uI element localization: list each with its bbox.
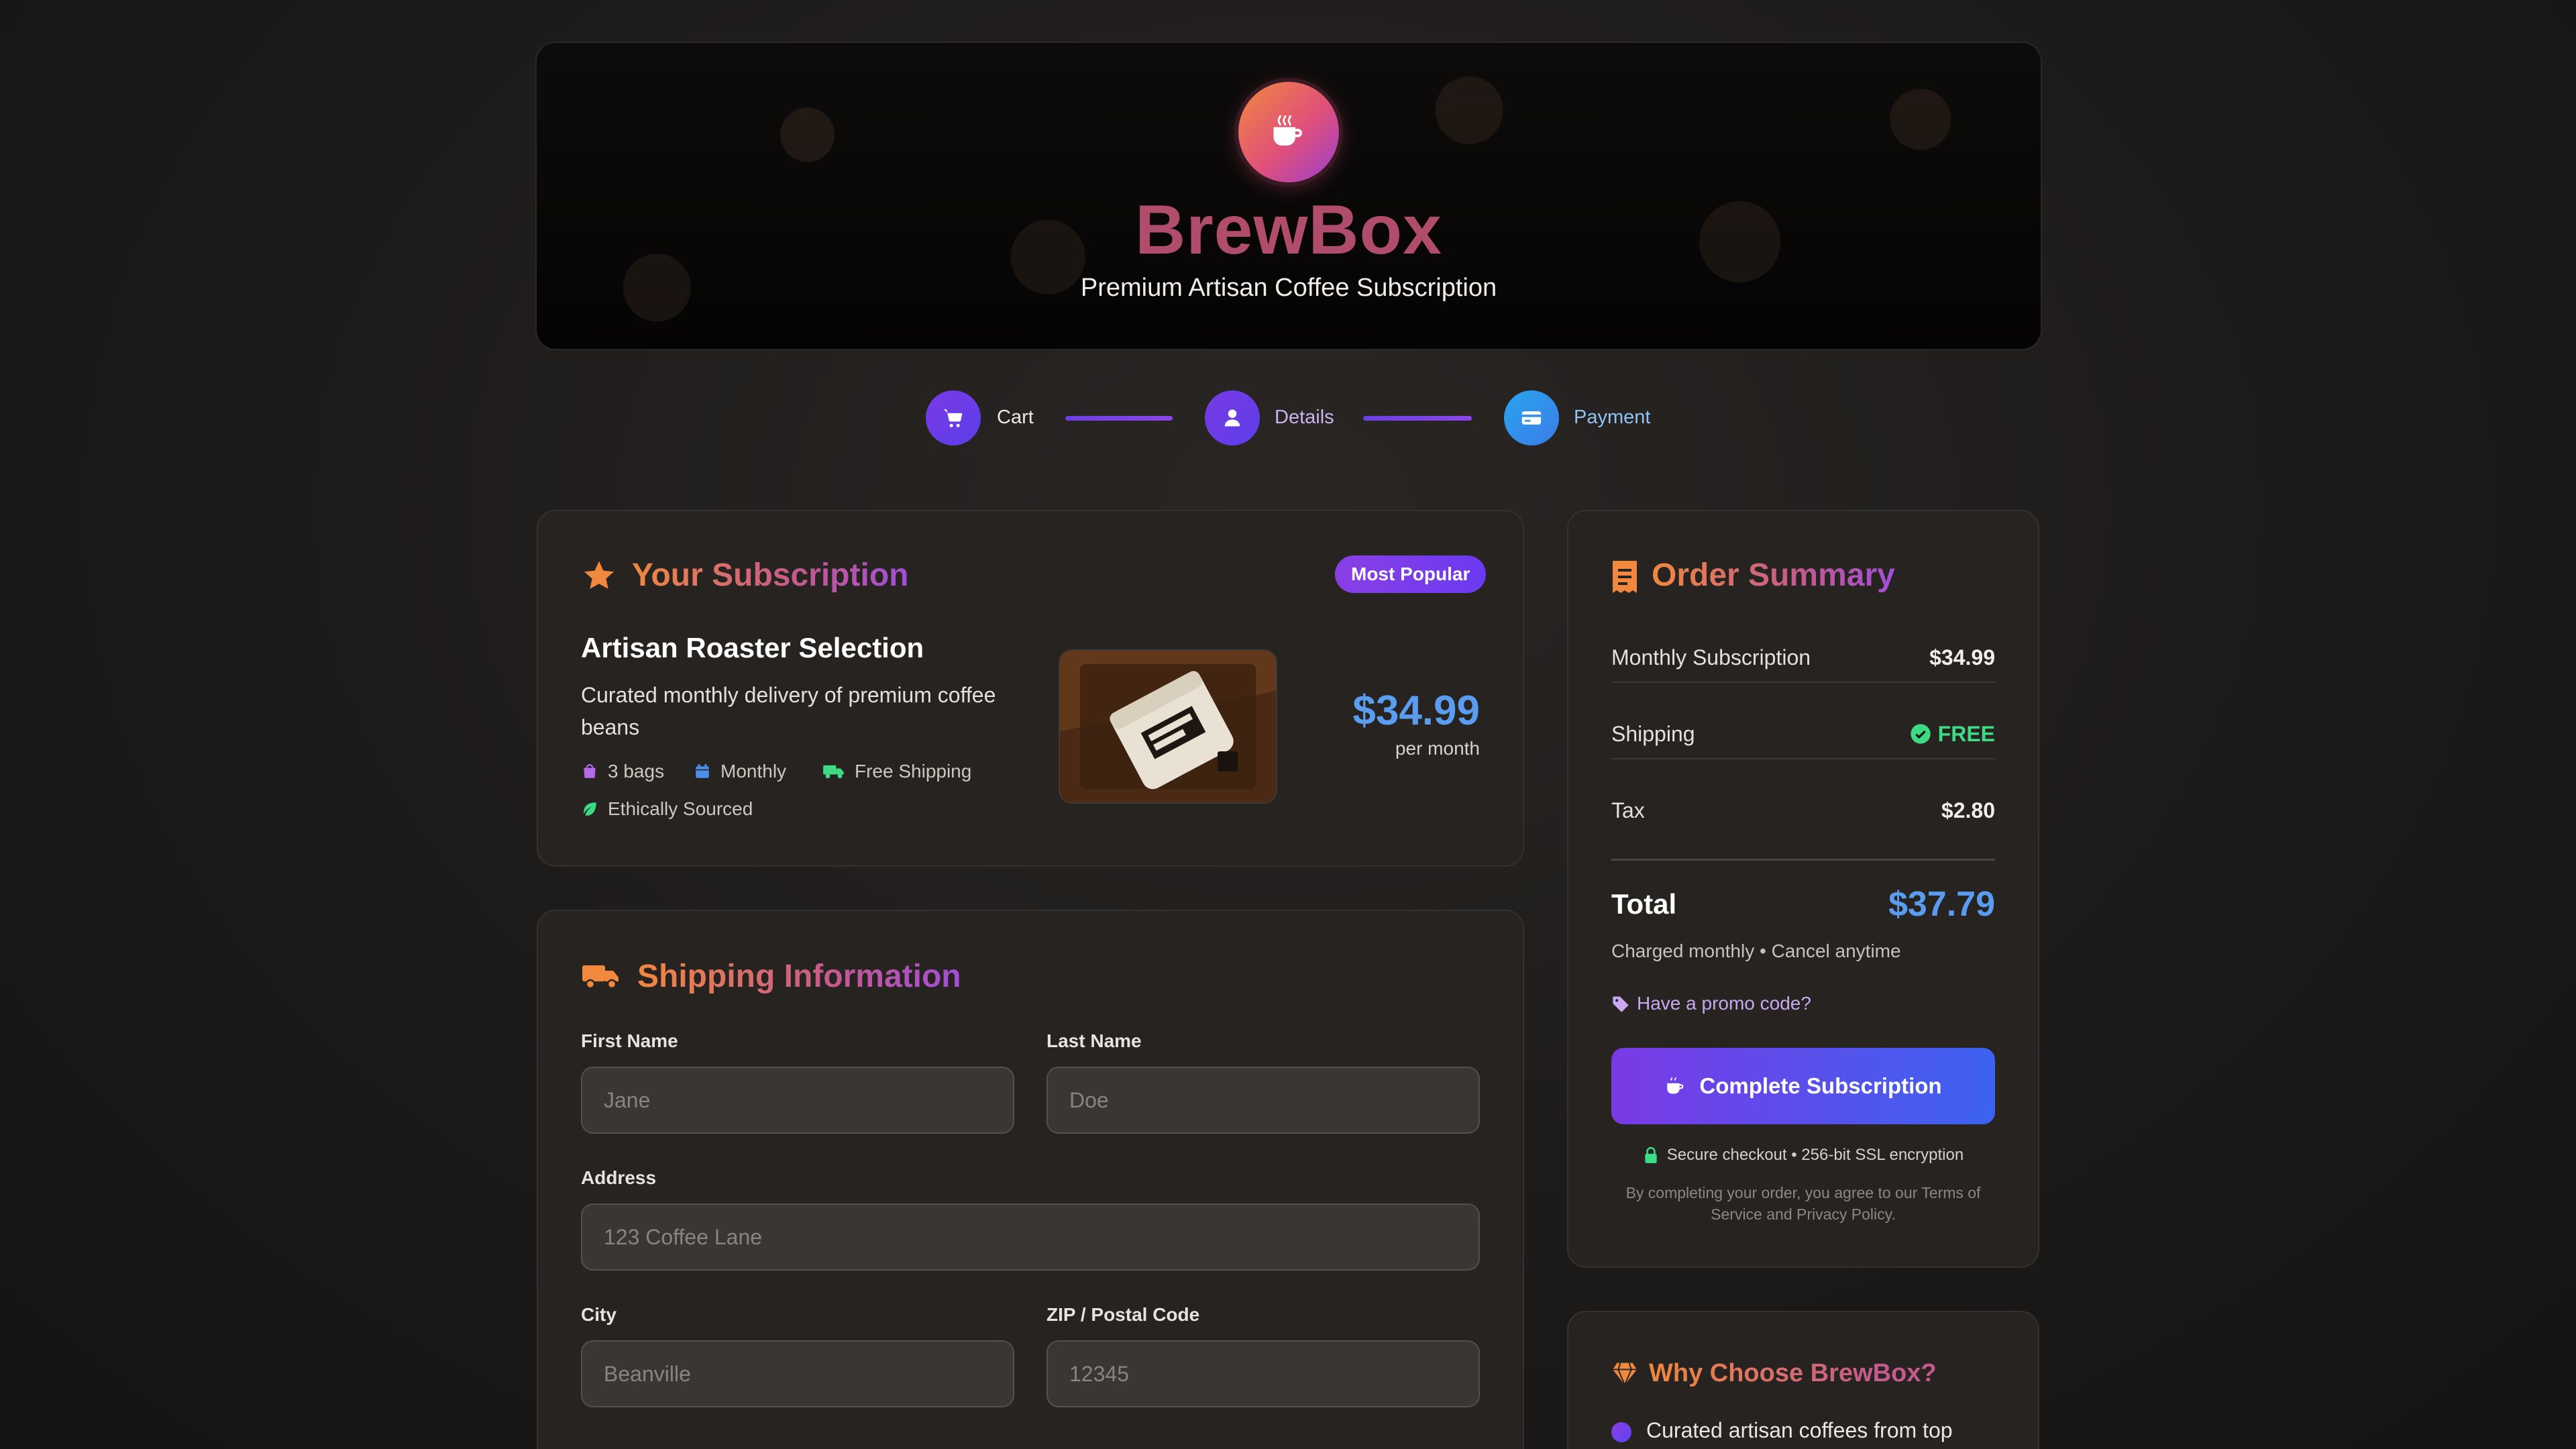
last-name-input[interactable]	[1046, 1067, 1480, 1134]
tag-icon	[1613, 996, 1629, 1012]
why-item-text: Curated artisan coffees from top	[1646, 1418, 1953, 1442]
first-name-label: First Name	[581, 1030, 678, 1051]
leaf-icon	[584, 802, 596, 816]
lock-icon	[1645, 1146, 1657, 1163]
step-details[interactable]	[1205, 390, 1260, 445]
feature-label: Free Shipping	[855, 761, 972, 782]
terms-text: By completing your order, you agree to o…	[1625, 1184, 1981, 1223]
cart-icon	[943, 409, 963, 427]
cta-label: Complete Subscription	[1699, 1073, 1942, 1098]
step-cart[interactable]	[926, 390, 981, 445]
billing-note: Charged monthly • Cancel anytime	[1611, 941, 1901, 961]
free-label: FREE	[1937, 721, 1995, 746]
step-label-cart: Cart	[997, 407, 1034, 428]
feature-label: 3 bags	[608, 761, 665, 782]
coffee-bag-image	[1060, 651, 1276, 802]
credit-card-icon	[1521, 411, 1542, 425]
coffee-cup-logo-icon	[1238, 82, 1339, 182]
address-label: Address	[581, 1167, 657, 1188]
hero-banner: BrewBox Premium Artisan Coffee Subscript…	[537, 43, 2041, 349]
step-label-details: Details	[1275, 407, 1334, 428]
free-shipping-value: FREE	[1910, 722, 1995, 747]
secure-label: Secure checkout • 256-bit SSL encryption	[1666, 1146, 1964, 1164]
why-choose-title: Why Choose BrewBox?	[1649, 1359, 1937, 1387]
row-label: Tax	[1611, 798, 1645, 822]
gem-icon	[1613, 1362, 1637, 1386]
feature-label: Ethically Sourced	[608, 798, 753, 819]
truck-icon	[582, 965, 619, 989]
user-icon	[1224, 409, 1240, 427]
product-description: Curated monthly delivery of premium coff…	[581, 683, 996, 739]
address-input[interactable]	[581, 1203, 1480, 1271]
divider	[1611, 859, 1995, 861]
brand-tagline: Premium Artisan Coffee Subscription	[1080, 274, 1497, 302]
check-circle-icon	[1910, 724, 1931, 744]
zip-input[interactable]	[1046, 1340, 1480, 1407]
order-summary-title: Order Summary	[1652, 557, 1895, 593]
row-value: $2.80	[1941, 798, 1995, 822]
city-label: City	[581, 1304, 616, 1325]
calendar-icon	[696, 764, 709, 778]
complete-subscription-button[interactable]: Complete Subscription	[1611, 1048, 1995, 1124]
most-popular-badge: Most Popular	[1335, 555, 1487, 593]
divider	[1611, 758, 1995, 759]
subscription-price: $34.99	[1352, 688, 1480, 734]
first-name-input[interactable]	[581, 1067, 1014, 1134]
product-image	[1060, 651, 1276, 802]
total-label: Total	[1611, 888, 1677, 920]
bag-icon	[584, 764, 596, 778]
city-input[interactable]	[581, 1340, 1014, 1407]
shipping-title: Shipping Information	[637, 959, 961, 994]
coffee-cup-icon	[1667, 1077, 1684, 1094]
why-choose-heading: Why Choose BrewBox?	[1611, 1359, 1937, 1388]
product-name: Artisan Roaster Selection	[581, 632, 924, 663]
subscription-card: Your Subscription Most Popular Artisan R…	[537, 510, 1524, 867]
step-connector	[1065, 416, 1173, 421]
feature-label: Monthly	[720, 761, 787, 782]
last-name-label: Last Name	[1046, 1030, 1142, 1051]
why-choose-card: Why Choose BrewBox? Curated artisan coff…	[1567, 1311, 2039, 1449]
promo-label: Have a promo code?	[1637, 993, 1811, 1014]
subscription-title: Your Subscription	[632, 557, 909, 593]
promo-code-link[interactable]: Have a promo code?	[1611, 993, 1811, 1014]
checkout-page: BrewBox Premium Artisan Coffee Subscript…	[0, 0, 2576, 1449]
row-label: Shipping	[1611, 721, 1695, 746]
row-label: Monthly Subscription	[1611, 645, 1811, 669]
brand-title: BrewBox	[1135, 191, 1442, 269]
secure-checkout-note: Secure checkout • 256-bit SSL encryption	[1568, 1146, 2038, 1165]
divider	[1611, 682, 1995, 683]
step-label-payment: Payment	[1574, 407, 1651, 428]
feature-monthly: Monthly	[694, 761, 786, 782]
summary-row-subscription: Monthly Subscription $34.99	[1611, 637, 1995, 678]
summary-row-shipping: Shipping FREE	[1611, 714, 1995, 754]
summary-row-tax: Tax $2.80	[1611, 790, 1995, 830]
truck-icon	[823, 765, 844, 779]
receipt-icon	[1613, 561, 1637, 593]
feature-bags: 3 bags	[581, 761, 664, 782]
feature-shipping: Free Shipping	[822, 761, 971, 782]
checkout-steps: Cart Details Payment	[926, 389, 1664, 447]
shipping-card: Shipping Information First Name Last Nam…	[537, 910, 1524, 1449]
total-value: $37.79	[1888, 885, 1995, 924]
price-period: per month	[1395, 738, 1480, 759]
row-value: $34.99	[1929, 645, 1995, 669]
order-summary-card: Order Summary Monthly Subscription $34.9…	[1567, 510, 2039, 1268]
zip-label: ZIP / Postal Code	[1046, 1304, 1200, 1325]
step-connector	[1363, 416, 1472, 421]
feature-ethical: Ethically Sourced	[581, 798, 753, 820]
why-list-item: Curated artisan coffees from top	[1611, 1418, 1953, 1443]
step-payment[interactable]	[1504, 390, 1559, 445]
star-icon	[584, 561, 614, 589]
bullet-icon	[1611, 1422, 1631, 1442]
